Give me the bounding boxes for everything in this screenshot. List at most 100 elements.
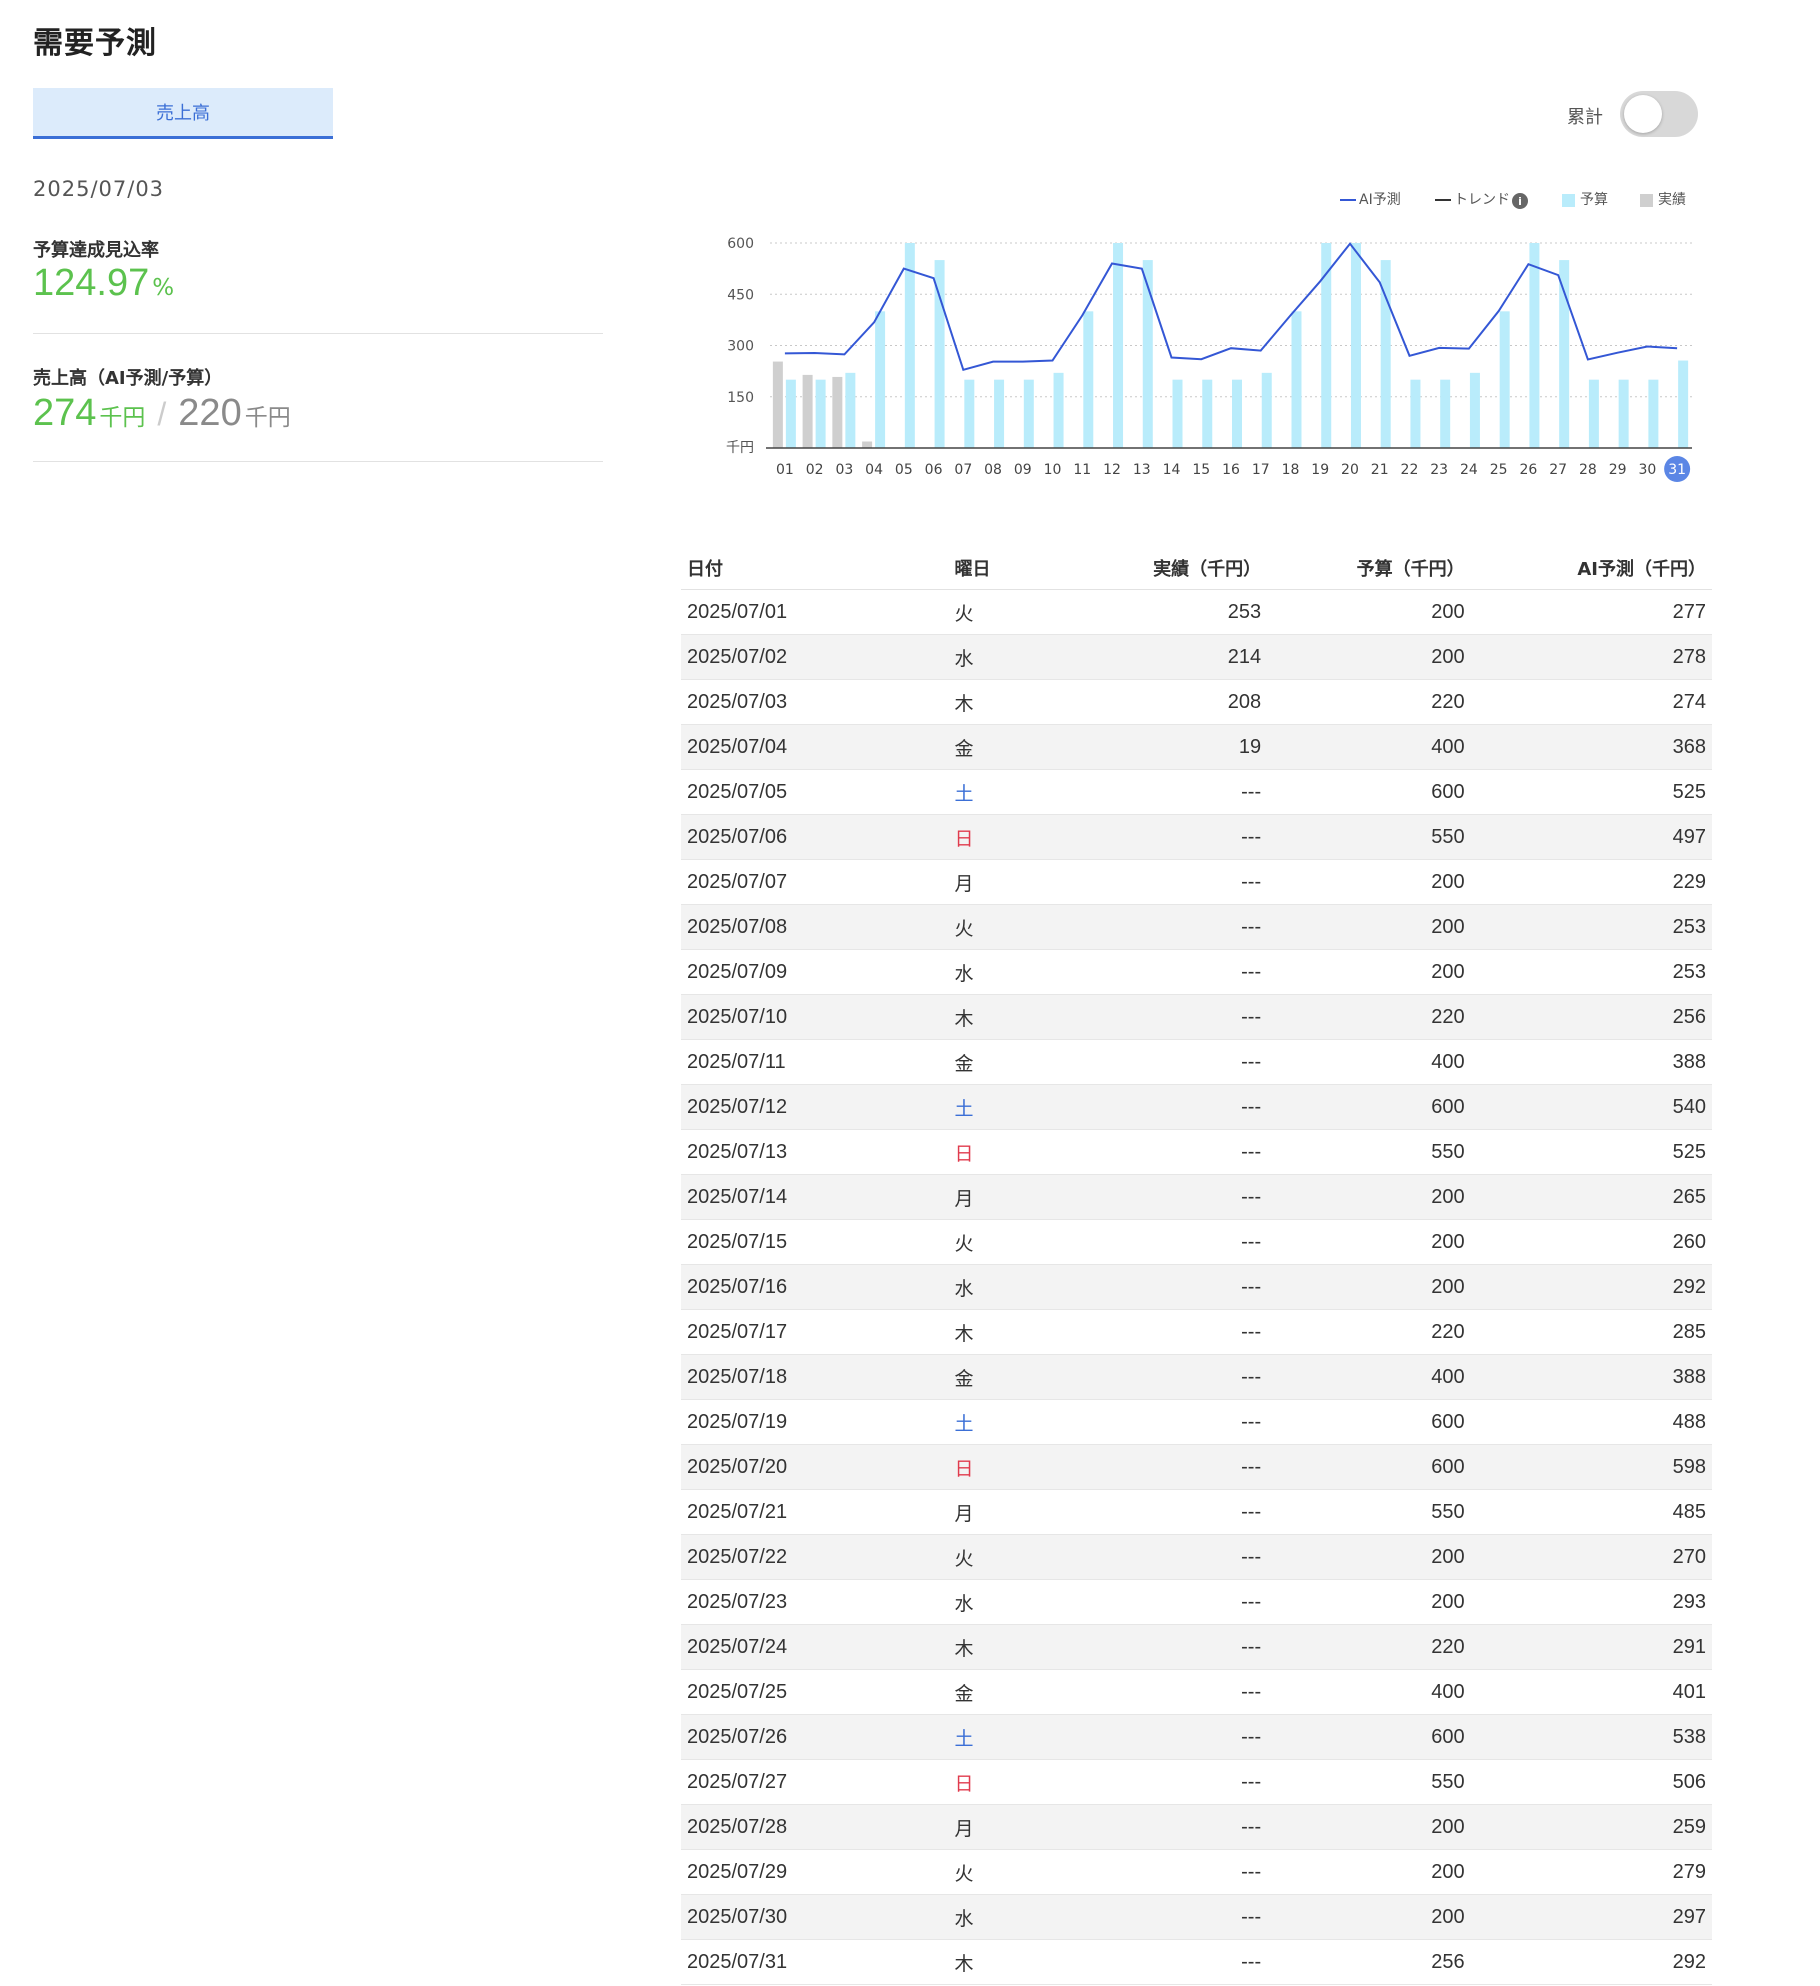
cell-forecast: 253 — [1470, 949, 1712, 995]
cell-budget: 220 — [1267, 994, 1471, 1040]
cell-date: 2025/07/14 — [681, 1174, 949, 1220]
budget-bar — [1440, 379, 1451, 448]
cell-budget: 400 — [1267, 1669, 1471, 1715]
cell-date: 2025/07/29 — [681, 1849, 949, 1895]
col-header-forecast: AI予測（千円） — [1470, 547, 1712, 590]
cell-date: 2025/07/05 — [681, 769, 949, 815]
cell-forecast: 525 — [1470, 1129, 1712, 1175]
cell-date: 2025/07/09 — [681, 949, 949, 995]
cell-weekday: 日 — [948, 1759, 1064, 1805]
cell-actual: --- — [1063, 814, 1268, 860]
y-tick-label: 450 — [727, 287, 754, 303]
cell-budget: 200 — [1267, 1534, 1471, 1580]
cell-forecast: 401 — [1470, 1669, 1712, 1715]
cell-actual: --- — [1063, 1129, 1268, 1175]
cell-actual: --- — [1063, 1084, 1268, 1130]
budget-bar — [1559, 260, 1570, 448]
table-row: 2025/07/13 日 --- 550 525 — [681, 1129, 1712, 1175]
page-title: 需要予測 — [33, 26, 157, 61]
x-tick-label: 06 — [925, 462, 943, 478]
cell-weekday: 水 — [948, 1894, 1064, 1940]
cell-budget: 200 — [1267, 1579, 1471, 1625]
cell-weekday: 木 — [948, 994, 1064, 1040]
x-tick-label: 03 — [835, 462, 853, 478]
budget-bar — [1083, 311, 1094, 448]
forecast-table: 日付 曜日 実績（千円） 予算（千円） AI予測（千円） 2025/07/01 火… — [681, 547, 1712, 1985]
x-tick-label: 04 — [865, 462, 883, 478]
cell-weekday: 水 — [948, 1579, 1064, 1625]
legend-trend-label: トレンド — [1454, 192, 1510, 208]
cell-weekday: 金 — [948, 1669, 1064, 1715]
cell-date: 2025/07/04 — [681, 724, 949, 770]
cell-budget: 600 — [1267, 1444, 1471, 1490]
cell-budget: 200 — [1267, 949, 1471, 995]
table-row: 2025/07/28 月 --- 200 259 — [681, 1804, 1712, 1850]
achievement-rate-value: 124.97 — [33, 262, 150, 304]
cell-forecast: 260 — [1470, 1219, 1712, 1265]
cell-date: 2025/07/31 — [681, 1939, 949, 1985]
cell-date: 2025/07/26 — [681, 1714, 949, 1760]
cell-budget: 220 — [1267, 679, 1471, 725]
x-tick-label: 01 — [776, 462, 794, 478]
cell-weekday: 月 — [948, 1804, 1064, 1850]
legend-budget-swatch — [1562, 194, 1575, 207]
x-tick-label: 05 — [895, 462, 913, 478]
cell-actual: 19 — [1063, 724, 1268, 770]
cell-weekday: 月 — [948, 1174, 1064, 1220]
budget-bar — [1202, 379, 1213, 448]
table-row: 2025/07/17 木 --- 220 285 — [681, 1309, 1712, 1355]
col-header-date: 日付 — [681, 547, 949, 590]
cell-weekday: 日 — [948, 814, 1064, 860]
x-tick-label: 29 — [1609, 462, 1627, 478]
cell-forecast: 291 — [1470, 1624, 1712, 1670]
cell-forecast: 297 — [1470, 1894, 1712, 1940]
cell-forecast: 293 — [1470, 1579, 1712, 1625]
budget-bar — [875, 311, 886, 448]
cell-forecast: 259 — [1470, 1804, 1712, 1850]
cell-forecast: 256 — [1470, 994, 1712, 1040]
cell-date: 2025/07/19 — [681, 1399, 949, 1445]
cell-forecast: 277 — [1470, 589, 1712, 635]
cell-actual: --- — [1063, 1309, 1268, 1355]
x-tick-label: 13 — [1133, 462, 1151, 478]
cell-date: 2025/07/15 — [681, 1219, 949, 1265]
cell-actual: --- — [1063, 1039, 1268, 1085]
budget-bar — [1529, 243, 1540, 448]
table-row: 2025/07/12 土 --- 600 540 — [681, 1084, 1712, 1130]
cell-budget: 200 — [1267, 1849, 1471, 1895]
budget-bar — [994, 379, 1005, 448]
cell-date: 2025/07/11 — [681, 1039, 949, 1085]
cell-budget: 256 — [1267, 1939, 1471, 1985]
cumulative-toggle[interactable] — [1620, 91, 1698, 137]
tab-sales[interactable]: 売上高 — [33, 88, 333, 139]
x-tick-label: 09 — [1014, 462, 1032, 478]
actual-bar — [802, 374, 813, 448]
cell-actual: 214 — [1063, 634, 1268, 680]
legend-forecast-label: AI予測 — [1359, 192, 1401, 208]
cell-weekday: 火 — [948, 589, 1064, 635]
budget-bar — [845, 372, 856, 448]
sales-forecast-value: 274 — [33, 392, 97, 434]
x-tick-label: 27 — [1549, 462, 1567, 478]
cell-date: 2025/07/16 — [681, 1264, 949, 1310]
cell-budget: 200 — [1267, 1894, 1471, 1940]
cell-actual: 253 — [1063, 589, 1268, 635]
table-row: 2025/07/03 木 208 220 274 — [681, 679, 1712, 725]
demand-chart: 600 450 300 150 千円 01 02 03 04 05 06 07 08 09 10 11 12 13… — [726, 192, 1692, 482]
table-row: 2025/07/19 土 --- 600 488 — [681, 1399, 1712, 1445]
table-row: 2025/07/11 金 --- 400 388 — [681, 1039, 1712, 1085]
y-tick-label: 150 — [727, 390, 754, 406]
cell-date: 2025/07/30 — [681, 1894, 949, 1940]
cell-forecast: 285 — [1470, 1309, 1712, 1355]
cell-forecast: 292 — [1470, 1264, 1712, 1310]
cell-forecast: 253 — [1470, 904, 1712, 950]
cell-forecast: 292 — [1470, 1939, 1712, 1985]
cell-weekday: 金 — [948, 1354, 1064, 1400]
y-tick-label: 600 — [727, 236, 754, 252]
budget-bar — [1232, 379, 1242, 448]
table-row: 2025/07/26 土 --- 600 538 — [681, 1714, 1712, 1760]
cell-budget: 200 — [1267, 904, 1471, 950]
table-row: 2025/07/08 火 --- 200 253 — [681, 904, 1712, 950]
cell-date: 2025/07/01 — [681, 589, 949, 635]
table-row: 2025/07/29 火 --- 200 279 — [681, 1849, 1712, 1895]
